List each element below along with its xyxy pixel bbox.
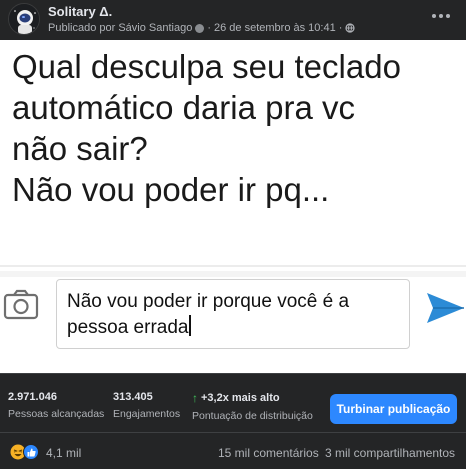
globe-icon[interactable]: [345, 23, 355, 33]
page-name[interactable]: Solitary Δ.: [48, 4, 112, 19]
distribution-value: +3,2x mais alto: [201, 392, 280, 404]
reactions-count[interactable]: 4,1 mil: [46, 446, 81, 460]
distribution-value-row: ↑ +3,2x mais alto: [192, 391, 313, 405]
shares-count[interactable]: 3 mil compartilhamentos: [325, 446, 455, 460]
reaction-icons[interactable]: [10, 444, 40, 460]
meta-separator-2: ·: [338, 22, 343, 34]
engagement-stat[interactable]: 313.405 Engajamentos: [113, 391, 180, 420]
distribution-label: Pontuação de distribuição: [192, 410, 313, 422]
message-input: Não vou poder ir porque você é a pessoa …: [56, 279, 410, 349]
reach-value: 2.971.046: [8, 391, 57, 403]
author-badge-icon: [195, 23, 205, 33]
reactions-bar: 4,1 mil 15 mil comentários 3 mil compart…: [0, 433, 466, 469]
question-text: Qual desculpa seu teclado automático dar…: [12, 48, 401, 208]
distribution-stat[interactable]: ↑ +3,2x mais alto Pontuação de distribui…: [192, 391, 313, 422]
engagement-value: 313.405: [113, 391, 153, 403]
text-caret: [189, 315, 192, 336]
post-date[interactable]: 26 de setembro às 10:41: [214, 22, 336, 34]
post-header: Solitary Δ. Publicado por Sávio Santiago…: [0, 0, 466, 40]
insights-bar: 2.971.046 Pessoas alcançadas 313.405 Eng…: [0, 373, 466, 433]
more-icon[interactable]: [430, 8, 452, 24]
post-image[interactable]: Qual desculpa seu teclado automático dar…: [0, 40, 466, 373]
up-arrow-icon: ↑: [192, 391, 198, 405]
reach-stat[interactable]: 2.971.046 Pessoas alcançadas: [8, 391, 104, 420]
comments-count[interactable]: 15 mil comentários: [218, 446, 319, 460]
message-text: Não vou poder ir porque você é a pessoa …: [67, 291, 350, 338]
published-by[interactable]: Publicado por Sávio Santiago: [48, 22, 192, 34]
post-meta: Publicado por Sávio Santiago · 26 de set…: [48, 22, 355, 34]
composer-divider: [0, 271, 466, 277]
engagement-label: Engajamentos: [113, 408, 181, 420]
boost-post-button[interactable]: Turbinar publicação: [330, 394, 457, 424]
astronaut-avatar: [9, 4, 39, 34]
send-icon: [427, 293, 464, 323]
camera-icon: [3, 289, 39, 320]
like-reaction-icon: [23, 444, 39, 460]
reach-label: Pessoas alcançadas: [8, 408, 105, 420]
meta-separator: ·: [207, 22, 211, 34]
page-avatar[interactable]: [8, 3, 40, 35]
